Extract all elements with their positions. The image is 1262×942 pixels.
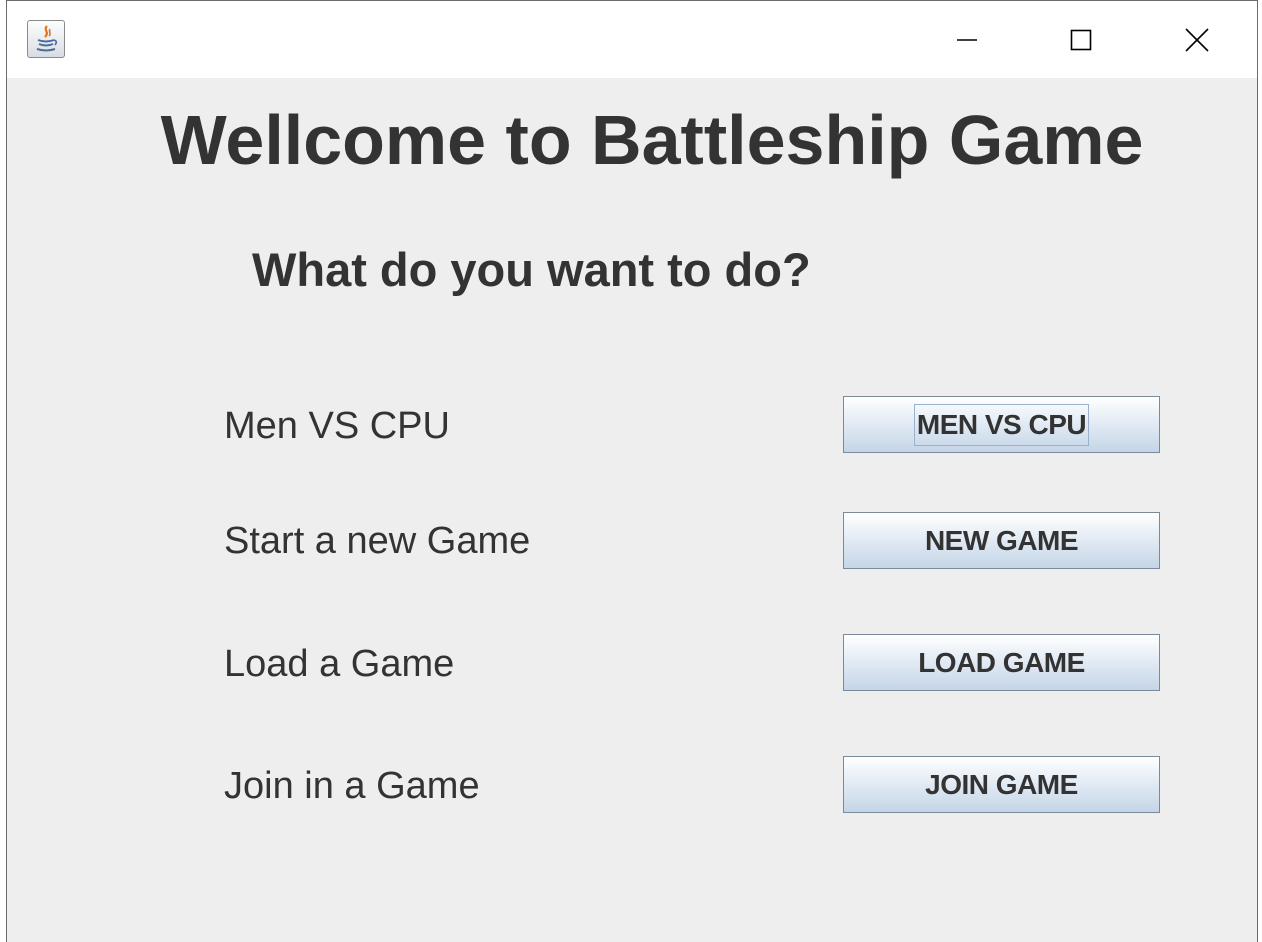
close-icon [1185, 27, 1209, 52]
question-label: What do you want to do? [252, 243, 811, 296]
maximize-button[interactable] [1023, 1, 1139, 78]
men-vs-cpu-button[interactable]: MEN VS CPU [843, 396, 1160, 453]
option-label-new-game: Start a new Game [224, 520, 531, 562]
load-game-button[interactable]: LOAD GAME [843, 634, 1160, 691]
option-label-men-vs-cpu: Men VS CPU [224, 405, 450, 447]
option-label-join-game: Join in a Game [224, 765, 480, 807]
option-label-load-game: Load a Game [224, 643, 455, 685]
minimize-button[interactable] [909, 1, 1025, 78]
maximize-icon [1070, 29, 1092, 50]
title-bar[interactable] [7, 1, 1257, 78]
join-game-button[interactable]: JOIN GAME [843, 756, 1160, 813]
app-window: Wellcome to Battleship Game What do you … [6, 0, 1258, 942]
minimize-icon [957, 38, 977, 41]
main-panel: Wellcome to Battleship Game What do you … [7, 78, 1257, 942]
new-game-button[interactable]: NEW GAME [843, 512, 1160, 569]
java-icon[interactable] [27, 20, 65, 58]
page-title: Wellcome to Battleship Game [160, 101, 1144, 179]
button-label: MEN VS CPU [913, 403, 1090, 446]
close-button[interactable] [1139, 1, 1255, 78]
